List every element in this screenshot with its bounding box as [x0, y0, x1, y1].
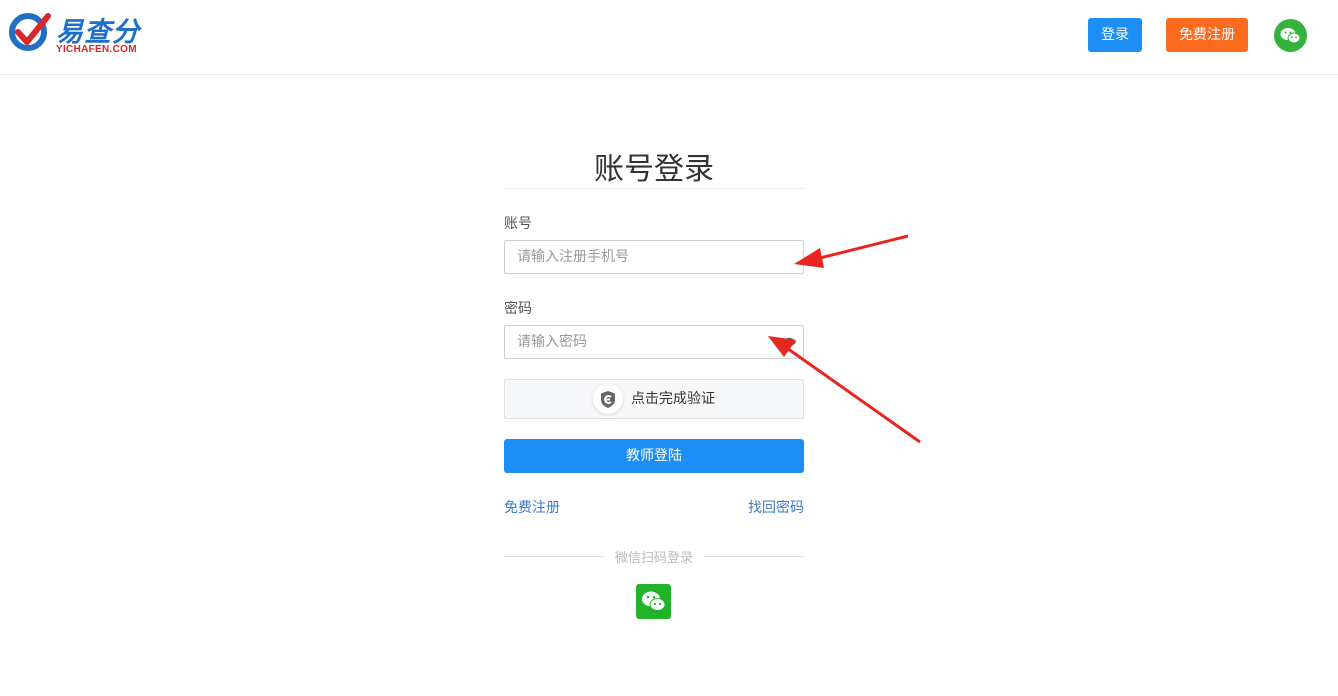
account-label: 账号	[504, 216, 532, 232]
wechat-login-divider-text: 微信扫码登录	[614, 551, 693, 566]
register-link[interactable]: 免费注册	[504, 497, 560, 517]
divider-right	[704, 556, 804, 557]
header-wechat-button[interactable]	[1274, 19, 1307, 52]
wechat-login-button[interactable]	[636, 584, 671, 619]
wechat-icon	[1280, 28, 1301, 44]
password-input[interactable]: 请输入密码	[504, 325, 804, 359]
divider-left	[504, 556, 604, 557]
wechat-icon	[642, 591, 666, 611]
top-header: 易查分 YICHAFEN.COM 登录 免费注册	[0, 0, 1338, 75]
eye-icon[interactable]	[781, 335, 797, 349]
header-register-button[interactable]: 免费注册	[1166, 18, 1248, 52]
account-input[interactable]: 请输入注册手机号	[504, 240, 804, 274]
site-logo[interactable]: 易查分 YICHAFEN.COM	[8, 10, 158, 60]
account-placeholder: 请输入注册手机号	[517, 249, 629, 265]
password-placeholder: 请输入密码	[517, 334, 587, 350]
annotation-arrow	[794, 234, 909, 268]
captcha-label: 点击完成验证	[631, 391, 715, 407]
teacher-login-button[interactable]: 教师登陆	[504, 439, 804, 473]
logo-mark-icon	[9, 13, 51, 51]
title-divider	[504, 188, 804, 189]
logo-subtext: YICHAFEN.COM	[56, 44, 137, 55]
header-login-button[interactable]: 登录	[1088, 18, 1142, 52]
captcha-verify-button[interactable]: 点击完成验证	[504, 379, 804, 419]
page-title: 账号登录	[594, 152, 714, 187]
forgot-password-link[interactable]: 找回密码	[748, 497, 804, 517]
shield-verify-icon	[593, 384, 623, 414]
password-label: 密码	[504, 301, 532, 317]
